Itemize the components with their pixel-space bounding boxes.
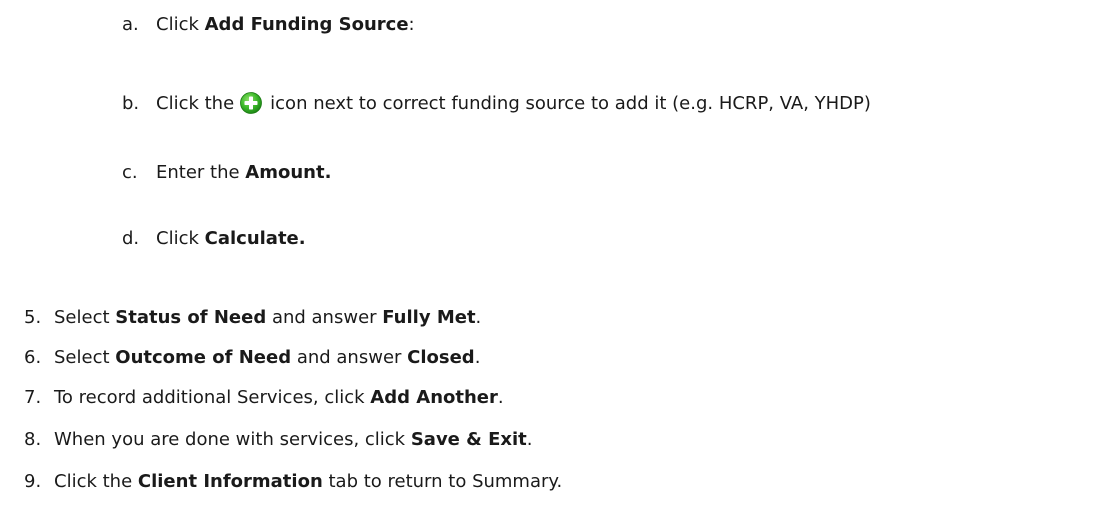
step-b: b. Click the icon next to correct fundin…: [122, 92, 871, 116]
green-plus-circle-icon: [240, 92, 263, 114]
step-text: Click the Client Information tab to retu…: [54, 471, 563, 492]
step-text: Click the icon next to correct funding s…: [156, 92, 871, 114]
step-marker: 8.: [24, 429, 42, 450]
ui-term-add-another: Add Another: [370, 387, 498, 408]
step-marker: b.: [122, 93, 140, 114]
step-7: 7. To record additional Services, click …: [24, 386, 504, 410]
step-text: Select Outcome of Need and answer Closed…: [54, 347, 481, 368]
ui-term-amount: Amount.: [245, 162, 332, 183]
step-c: c. Enter the Amount.: [122, 161, 331, 185]
step-marker: 6.: [24, 347, 42, 368]
step-text: To record additional Services, click Add…: [54, 387, 504, 408]
step-marker: c.: [122, 162, 138, 183]
step-text: Enter the Amount.: [156, 162, 332, 183]
step-a: a. Click Add Funding Source:: [122, 13, 415, 37]
step-marker: d.: [122, 228, 140, 249]
ui-term-calculate: Calculate.: [204, 228, 306, 249]
ui-term-closed: Closed: [407, 347, 475, 368]
step-marker: a.: [122, 14, 139, 35]
ui-term-fully-met: Fully Met: [382, 307, 476, 328]
step-d: d. Click Calculate.: [122, 227, 306, 251]
step-marker: 5.: [24, 307, 42, 328]
step-8: 8. When you are done with services, clic…: [24, 428, 533, 452]
step-marker: 7.: [24, 387, 42, 408]
step-text: When you are done with services, click S…: [54, 429, 533, 450]
step-text: Click Calculate.: [156, 228, 306, 249]
step-text: Select Status of Need and answer Fully M…: [54, 307, 482, 328]
step-6: 6. Select Outcome of Need and answer Clo…: [24, 346, 480, 370]
ui-term-save-and-exit: Save & Exit: [410, 429, 527, 450]
step-marker: 9.: [24, 471, 42, 492]
step-9: 9. Click the Client Information tab to r…: [24, 470, 562, 494]
step-5: 5. Select Status of Need and answer Full…: [24, 306, 481, 330]
ui-term-client-information: Client Information: [137, 471, 323, 492]
ui-term-add-funding-source: Add Funding Source: [204, 14, 409, 35]
ui-term-outcome-of-need: Outcome of Need: [115, 347, 292, 368]
instruction-document: a. Click Add Funding Source: b. Click th…: [0, 0, 1109, 512]
step-text: Click Add Funding Source:: [156, 14, 415, 35]
ui-term-status-of-need: Status of Need: [115, 307, 267, 328]
